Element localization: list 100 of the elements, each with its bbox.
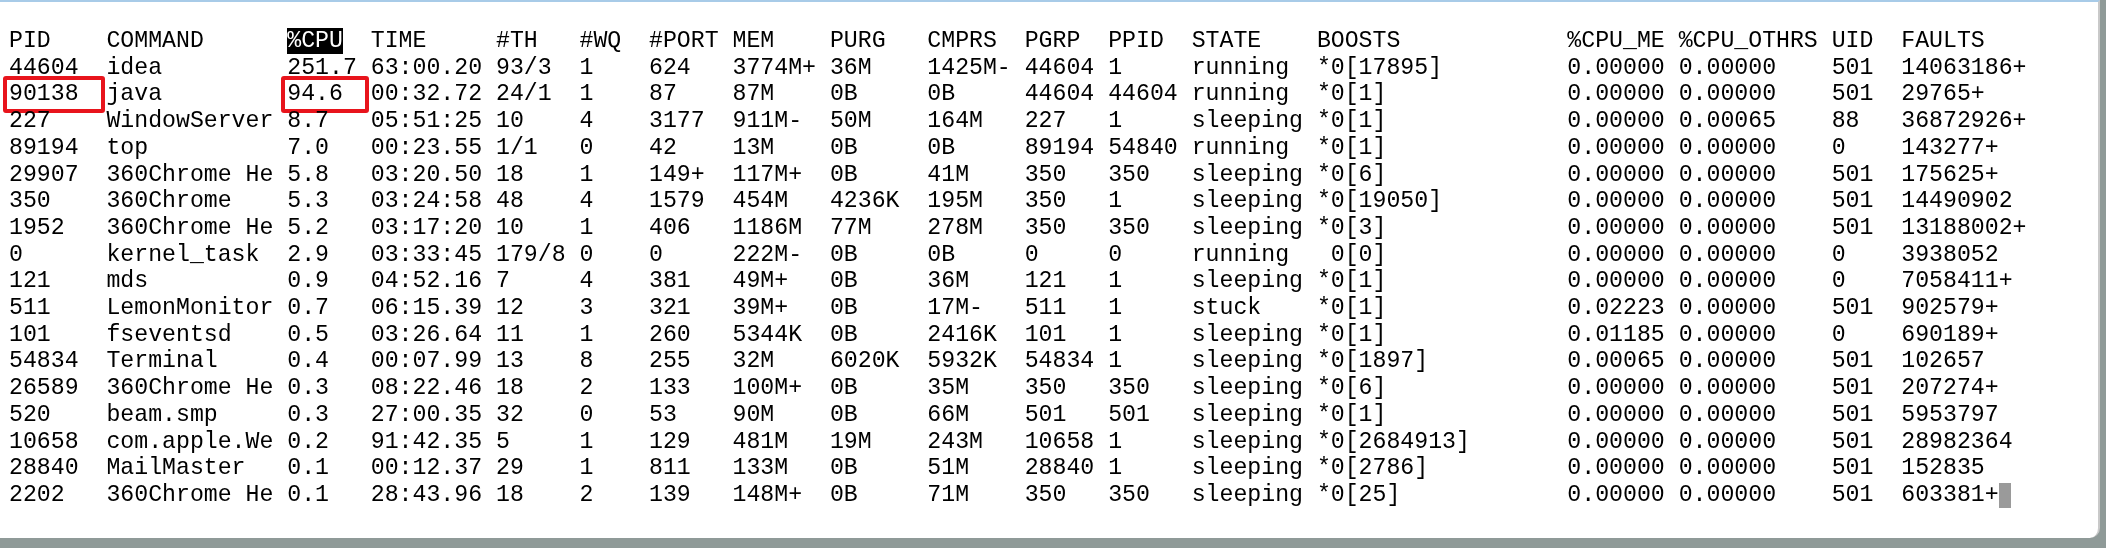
table-cell: 0.00000: [1567, 188, 1665, 215]
table-cell: 227: [1024, 108, 1067, 135]
table-cell: 88: [1831, 108, 1860, 135]
table-cell: 148M+: [732, 481, 803, 509]
table-cell: 321: [649, 295, 691, 322]
table-cell: 222M-: [732, 241, 803, 269]
table-cell: 36M: [829, 54, 872, 82]
table-cell: 10658: [1024, 428, 1095, 456]
table-cell: 0.00000: [1567, 54, 1665, 82]
table-cell: 0.3: [287, 401, 330, 429]
table-cell: 0: [1831, 241, 1846, 269]
table-cell: 5932K: [927, 348, 997, 376]
column-header: PID: [9, 28, 51, 54]
table-cell: 117M+: [732, 161, 803, 189]
table-cell: 1: [1108, 321, 1123, 349]
table-cell: 14490902: [1901, 188, 2013, 215]
table-cell: *0[2786]: [1316, 455, 1429, 482]
column-header: MEM: [732, 28, 775, 54]
table-cell: 17M-: [927, 295, 983, 322]
table-cell: 1: [1108, 295, 1123, 322]
table-cell: MailMaster: [106, 455, 246, 482]
table-cell: 18: [496, 161, 524, 189]
column-header: CMPRS: [927, 28, 997, 54]
table-cell: 4236K: [829, 188, 900, 215]
table-cell: 1: [1108, 54, 1123, 82]
table-cell: 2416K: [927, 321, 997, 349]
table-cell: 100M+: [732, 375, 803, 402]
table-cell: 87: [649, 81, 677, 109]
table-cell: 624: [649, 54, 691, 82]
table-cell: 2.9: [287, 241, 330, 269]
table-cell: 28982364: [1901, 428, 2013, 456]
table-cell: 0: [1831, 321, 1846, 349]
table-cell: 0.1: [287, 455, 330, 482]
table-cell: 19M: [829, 428, 872, 456]
table-cell: 3: [579, 295, 594, 322]
table-cell: 133: [649, 375, 691, 402]
table-cell: 406: [649, 214, 691, 242]
table-cell: 4: [579, 108, 594, 135]
table-cell: 71M: [927, 481, 970, 509]
table-cell: 0.00000: [1567, 428, 1665, 456]
table-cell: 91:42.35: [370, 428, 483, 456]
table-cell: sleeping: [1191, 455, 1303, 482]
table-cell: 0B: [927, 81, 956, 109]
column-header: COMMAND: [106, 28, 204, 54]
table-cell: 0: [579, 241, 594, 269]
table-cell: 28:43.96: [370, 481, 483, 509]
table-cell: 08:22.46: [370, 375, 483, 402]
table-cell: 24/1: [496, 81, 552, 109]
table-cell: 251.7: [287, 54, 357, 82]
table-cell: 8: [579, 348, 594, 376]
table-cell: 0: [579, 134, 594, 162]
table-cell: 39M+: [732, 295, 789, 322]
table-cell: 121: [9, 268, 51, 296]
table-cell: 2202: [9, 481, 65, 509]
table-cell: 0: [649, 241, 663, 269]
table-cell: 350: [1024, 481, 1067, 509]
column-header: STATE: [1191, 28, 1262, 54]
table-cell: 03:24:58: [370, 188, 483, 215]
table-cell: sleeping: [1191, 401, 1303, 429]
table-cell: 32M: [732, 348, 775, 376]
table-cell: 149+: [649, 161, 705, 189]
table-cell: *0[1]: [1316, 108, 1387, 135]
table-cell: 143277+: [1901, 134, 1999, 162]
table-cell: 0: [1831, 268, 1846, 296]
table-cell: 0.00000: [1678, 481, 1777, 509]
table-cell: 7058411+: [1901, 268, 2013, 296]
table-cell: sleeping: [1191, 214, 1303, 242]
column-header: PPID: [1108, 28, 1164, 54]
table-cell: WindowServer: [106, 108, 274, 135]
table-cell: 11: [496, 321, 524, 349]
table-cell: 63:00.20: [370, 54, 483, 82]
table-cell: sleeping: [1191, 321, 1303, 349]
table-cell: 501: [1831, 54, 1874, 82]
table-cell: 7.0: [287, 134, 330, 162]
table-cell: 5: [496, 428, 510, 456]
table-cell: 0: [9, 241, 23, 269]
table-cell: 0.00000: [1678, 161, 1777, 189]
table-cell: 501: [1831, 481, 1874, 509]
table-cell: *0[1]: [1316, 321, 1387, 349]
table-cell: idea: [106, 54, 163, 82]
table-cell: 501: [1108, 401, 1150, 429]
table-cell: 164M: [927, 108, 983, 135]
table-cell: sleeping: [1191, 108, 1303, 135]
column-header: #TH: [496, 28, 538, 54]
table-cell: 1: [579, 455, 594, 482]
table-cell: 501: [1831, 214, 1874, 242]
table-cell: 0.00000: [1678, 375, 1777, 402]
table-cell: 13188002+: [1901, 214, 2027, 242]
table-cell: 255: [649, 348, 691, 376]
table-cell: 0: [1108, 241, 1123, 269]
table-cell: 94.6: [287, 81, 343, 109]
column-header: #WQ: [579, 28, 622, 54]
table-cell: 0.00000: [1567, 161, 1665, 189]
table-cell: 1579: [649, 188, 705, 215]
table-cell: 66M: [927, 401, 970, 429]
table-cell: 1: [579, 54, 594, 82]
table-cell: 350: [1108, 161, 1150, 189]
table-cell: 3774M+: [732, 54, 816, 82]
table-cell: 0: [1024, 241, 1039, 269]
table-cell: 0.01185: [1567, 321, 1665, 349]
